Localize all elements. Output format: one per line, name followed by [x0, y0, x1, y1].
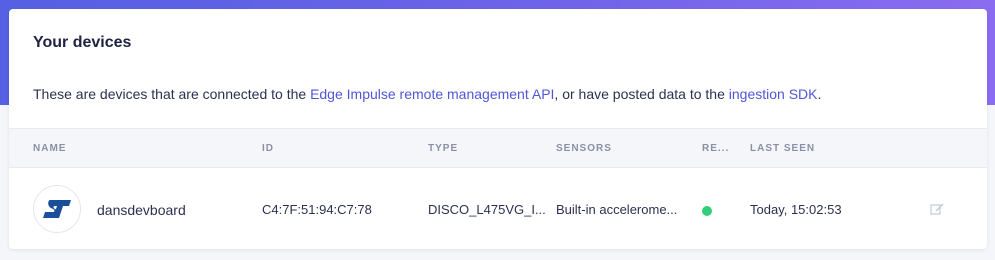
device-name[interactable]: dansdevboard: [97, 202, 186, 218]
description-prefix: These are devices that are connected to …: [33, 86, 311, 102]
column-header-remote[interactable]: RE...: [702, 143, 729, 154]
description-middle: , or have posted data to the: [554, 86, 729, 102]
edit-icon[interactable]: [930, 202, 944, 216]
panel-description: These are devices that are connected to …: [33, 86, 821, 102]
panel-title: Your devices: [33, 34, 132, 51]
column-header-sensors[interactable]: SENSORS: [556, 143, 612, 154]
device-last-seen: Today, 15:02:53: [750, 202, 842, 217]
table-row[interactable]: dansdevboard C4:7F:51:94:C7:78 DISCO_L47…: [9, 169, 987, 249]
remote-management-api-link[interactable]: Edge Impulse remote management API: [310, 86, 554, 102]
device-type: DISCO_L475VG_I...: [428, 202, 546, 217]
column-header-id[interactable]: ID: [262, 143, 274, 154]
description-suffix: .: [817, 86, 822, 102]
column-header-name[interactable]: NAME: [33, 143, 66, 154]
column-header-type[interactable]: TYPE: [428, 143, 458, 154]
ingestion-sdk-link[interactable]: ingestion SDK: [729, 86, 818, 102]
remote-status-indicator: [702, 206, 712, 216]
st-logo-icon: [43, 200, 71, 218]
avatar: [33, 185, 81, 233]
devices-table-header: NAME ID TYPE SENSORS RE... LAST SEEN: [9, 128, 987, 168]
devices-panel: Your devices These are devices that are …: [9, 9, 987, 249]
device-sensors: Built-in accelerome...: [556, 202, 678, 217]
column-header-last-seen[interactable]: LAST SEEN: [750, 143, 815, 154]
device-id: C4:7F:51:94:C7:78: [262, 202, 372, 217]
